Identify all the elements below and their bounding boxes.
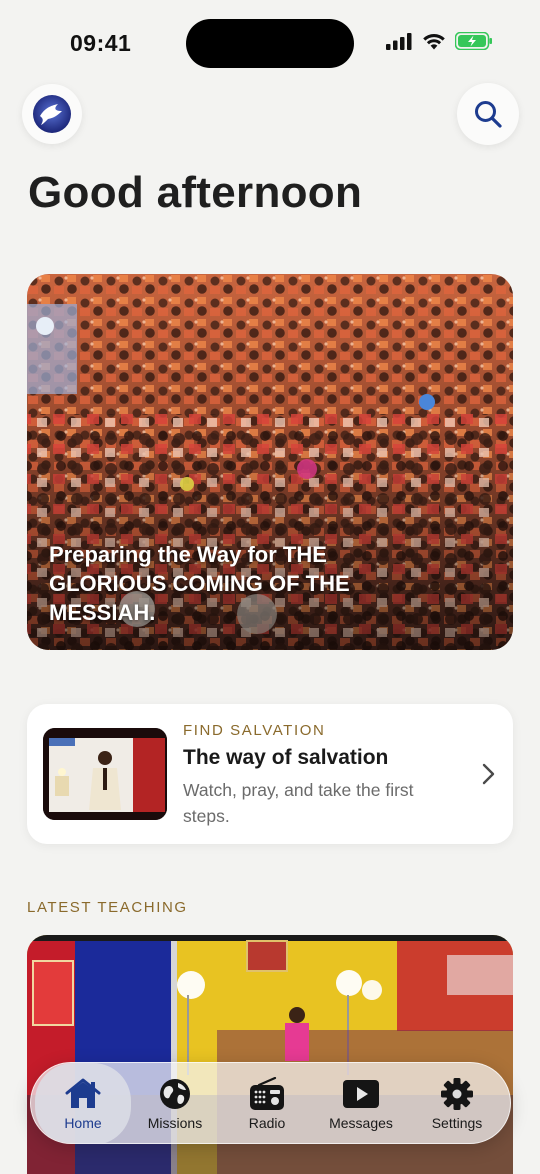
wifi-icon — [423, 34, 445, 50]
tab-home-label: Home — [64, 1115, 102, 1131]
play-icon — [343, 1080, 379, 1108]
signal-icon — [386, 33, 412, 50]
globe-icon — [160, 1079, 190, 1109]
tab-messages-label: Messages — [329, 1115, 393, 1131]
tab-settings[interactable]: Settings — [409, 1063, 505, 1143]
dove-logo-icon — [33, 95, 71, 133]
preacher-image — [43, 728, 167, 820]
tab-missions[interactable]: Missions — [127, 1063, 223, 1143]
salvation-kicker: FIND SALVATION — [183, 722, 326, 739]
status-bar: 09:41 — [0, 0, 540, 88]
salvation-description: Watch, pray, and take the first steps. — [183, 780, 414, 826]
search-button[interactable] — [457, 83, 519, 145]
tab-radio[interactable]: Radio — [219, 1063, 315, 1143]
tab-home[interactable]: Home — [35, 1063, 131, 1143]
radio-icon — [250, 1077, 284, 1110]
logo-button[interactable] — [22, 84, 82, 144]
tab-radio-label: Radio — [248, 1115, 286, 1131]
tab-messages[interactable]: Messages — [313, 1063, 409, 1143]
salvation-thumbnail — [43, 728, 167, 820]
salvation-title: The way of salvation — [183, 746, 389, 769]
status-icons — [386, 32, 493, 50]
hero-card[interactable]: Preparing the Way for THE GLORIOUS COMIN… — [27, 274, 513, 650]
dynamic-island — [186, 19, 354, 68]
search-icon — [475, 101, 502, 128]
tab-settings-label: Settings — [431, 1115, 483, 1131]
hero-title: Preparing the Way for THE GLORIOUS COMIN… — [49, 542, 350, 625]
tab-missions-label: Missions — [147, 1115, 203, 1131]
status-time: 09:41 — [70, 30, 132, 56]
gear-icon — [441, 1078, 473, 1110]
battery-icon — [455, 32, 492, 50]
greeting-title: Good afternoon — [28, 168, 363, 217]
chevron-right-icon — [482, 763, 495, 785]
latest-teaching-label: LATEST TEACHING — [27, 899, 188, 916]
home-icon — [65, 1078, 101, 1108]
salvation-card[interactable]: FIND SALVATION The way of salvation Watc… — [27, 704, 513, 844]
tab-bar: Home Missions Radio Messages Settings — [30, 1062, 511, 1144]
